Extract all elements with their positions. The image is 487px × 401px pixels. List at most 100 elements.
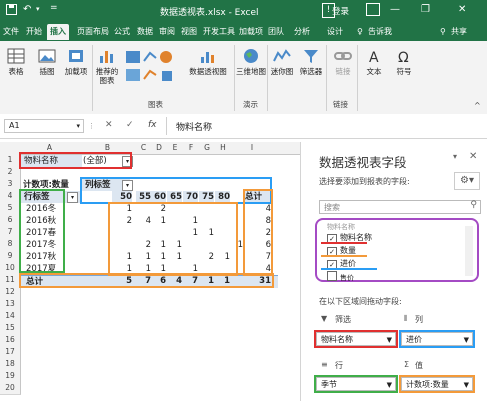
tab-insert[interactable]: 插入 <box>47 24 69 40</box>
tab-analyze[interactable]: 分析 <box>294 24 310 40</box>
ribbon: 表格 插图 加载项 推荐的图表 数据透视图 三维地图 迷你图 筛选器 链接 A <box>0 41 487 115</box>
search-icon: ⚲ <box>470 200 477 210</box>
3d-map-button[interactable]: 三维地图 <box>236 47 266 76</box>
sign-in-link[interactable]: 登录 <box>332 5 349 17</box>
values-area-title: 值 <box>415 361 423 370</box>
save-icon[interactable] <box>6 4 17 18</box>
restore-button[interactable]: ❐ <box>421 4 430 15</box>
chart-types-group[interactable] <box>124 49 184 85</box>
pane-title: 数据透视表字段 <box>319 155 407 170</box>
close-pane-icon[interactable]: ✕ <box>469 151 477 162</box>
name-box[interactable]: A1 ▾ <box>4 119 84 133</box>
lightbulb-icon[interactable]: ♀ <box>357 24 363 40</box>
annotation-green-box <box>19 189 65 273</box>
row-header[interactable]: 20 <box>0 382 21 395</box>
column-header-g[interactable]: G <box>199 142 216 155</box>
column-header-e[interactable]: E <box>167 142 184 155</box>
minimize-button[interactable]: — <box>390 4 400 15</box>
confirm-icon[interactable]: ✓ <box>126 120 134 130</box>
field-list[interactable]: 物料名称 ✓ 物料名称 ✓ 数量 ✓ 进价 售价 <box>315 218 479 282</box>
tab-addins[interactable]: 加载项 <box>239 24 263 40</box>
row-filter-icon[interactable]: ▾ <box>67 192 78 203</box>
filters-area-title: 筛选 <box>335 315 351 324</box>
close-button[interactable]: ✕ <box>458 4 466 15</box>
column-header-f[interactable]: F <box>183 142 200 155</box>
checkbox-unchecked[interactable] <box>327 271 337 281</box>
person-icon[interactable]: ⚲ <box>440 24 446 40</box>
ribbon-divider <box>326 45 327 111</box>
annotation-blue-box <box>399 330 475 348</box>
addins-button[interactable]: 加载项 <box>63 47 89 76</box>
omega-icon: Ω <box>398 50 409 65</box>
tab-data[interactable]: 数据 <box>137 24 153 40</box>
chevron-down-icon[interactable]: ▾ <box>76 120 80 132</box>
chevron-down-icon[interactable]: ▾ <box>36 5 40 13</box>
underline-blue <box>321 268 377 270</box>
table-button[interactable]: 表格 <box>4 47 28 76</box>
tab-review[interactable]: 审阅 <box>159 24 175 40</box>
table-icon <box>7 48 25 64</box>
tab-page-layout[interactable]: 页面布局 <box>77 24 109 40</box>
underline-red <box>321 242 367 244</box>
annotation-red-box <box>314 330 398 348</box>
function-icon[interactable]: fx <box>148 120 157 130</box>
tab-team[interactable]: 团队 <box>268 24 284 40</box>
chart-types-icon <box>126 51 172 81</box>
text-button[interactable]: A 文本 <box>362 47 386 76</box>
pivot-field-pane: 数据透视表字段 ▾ ✕ 选择要添加到报表的字段: ⚙▾ 搜索 ⚲ 物料名称 ✓ 物… <box>300 142 487 401</box>
undo-icon[interactable]: ↶ <box>23 4 31 15</box>
annotation-orange-box <box>399 375 475 393</box>
annotation-orange-box-total <box>243 189 273 276</box>
share-button[interactable]: 共享 <box>451 24 467 40</box>
values-area-icon: Σ <box>404 360 410 369</box>
link-button[interactable]: 链接 <box>331 47 355 76</box>
group-label-charts: 图表 <box>148 100 163 109</box>
underline-orange <box>321 255 367 257</box>
annotation-red-box <box>19 152 132 169</box>
collapse-ribbon-icon[interactable]: ^ <box>474 101 481 110</box>
link-icon <box>334 52 352 60</box>
drag-hint: 在以下区域间拖动字段: <box>319 297 402 306</box>
customize-toolbar-icon[interactable]: = <box>50 3 58 13</box>
field-item-price[interactable]: 售价 <box>327 271 354 283</box>
cancel-icon[interactable]: ✕ <box>105 120 113 130</box>
tab-design[interactable]: 设计 <box>327 24 343 40</box>
tab-file[interactable]: 文件 <box>3 24 19 40</box>
field-list-scrollbar[interactable] <box>465 226 473 276</box>
filter-icon <box>304 50 318 63</box>
svg-text:Ω: Ω <box>398 50 409 65</box>
formula-input[interactable]: 物料名称 <box>176 120 212 133</box>
ribbon-divider <box>267 45 268 111</box>
gear-icon[interactable]: ⚙▾ <box>454 172 480 190</box>
symbol-button[interactable]: Ω 符号 <box>392 47 416 76</box>
column-header-h[interactable]: H <box>215 142 232 155</box>
recommended-charts-button[interactable]: 推荐的图表 <box>94 47 120 85</box>
sparkline-button[interactable]: 迷你图 <box>269 47 295 76</box>
tell-me-box[interactable]: 告诉我 <box>368 24 392 40</box>
group-label-links: 链接 <box>333 100 348 109</box>
text-box-icon: A <box>369 50 379 65</box>
ribbon-display-icon[interactable] <box>366 3 380 16</box>
column-header-i[interactable]: I <box>231 142 274 155</box>
column-header-d[interactable]: D <box>151 142 168 155</box>
tab-developer[interactable]: 开发工具 <box>203 24 235 40</box>
filter-button[interactable]: 筛选器 <box>298 47 324 76</box>
pivot-chart-button[interactable]: 数据透视图 <box>186 47 230 76</box>
field-search-input[interactable]: 搜索 ⚲ <box>319 200 481 214</box>
formula-bar: A1 ▾ ⋮ ✕ ✓ fx 物料名称 <box>0 114 487 139</box>
column-header-c[interactable]: C <box>136 142 152 155</box>
tab-view[interactable]: 视图 <box>181 24 197 40</box>
group-label-tours: 演示 <box>243 100 258 109</box>
bar-chart-icon <box>100 51 113 63</box>
tab-formulas[interactable]: 公式 <box>114 24 130 40</box>
columns-area-icon: ⦀ <box>404 314 408 323</box>
ribbon-divider <box>92 45 93 111</box>
more-icon: ⋮ <box>88 122 95 130</box>
ribbon-divider <box>357 45 358 111</box>
tab-home[interactable]: 开始 <box>26 24 42 40</box>
column-header-j[interactable] <box>273 142 300 155</box>
chevron-down-icon[interactable]: ▾ <box>453 152 457 161</box>
annotation-orange-box-grand-total <box>19 273 274 288</box>
illustrations-button[interactable]: 插图 <box>33 47 61 76</box>
worksheet-grid[interactable]: A B C D E F G H I 1 2 3 4 5 6 7 8 9 10 1… <box>0 142 300 401</box>
